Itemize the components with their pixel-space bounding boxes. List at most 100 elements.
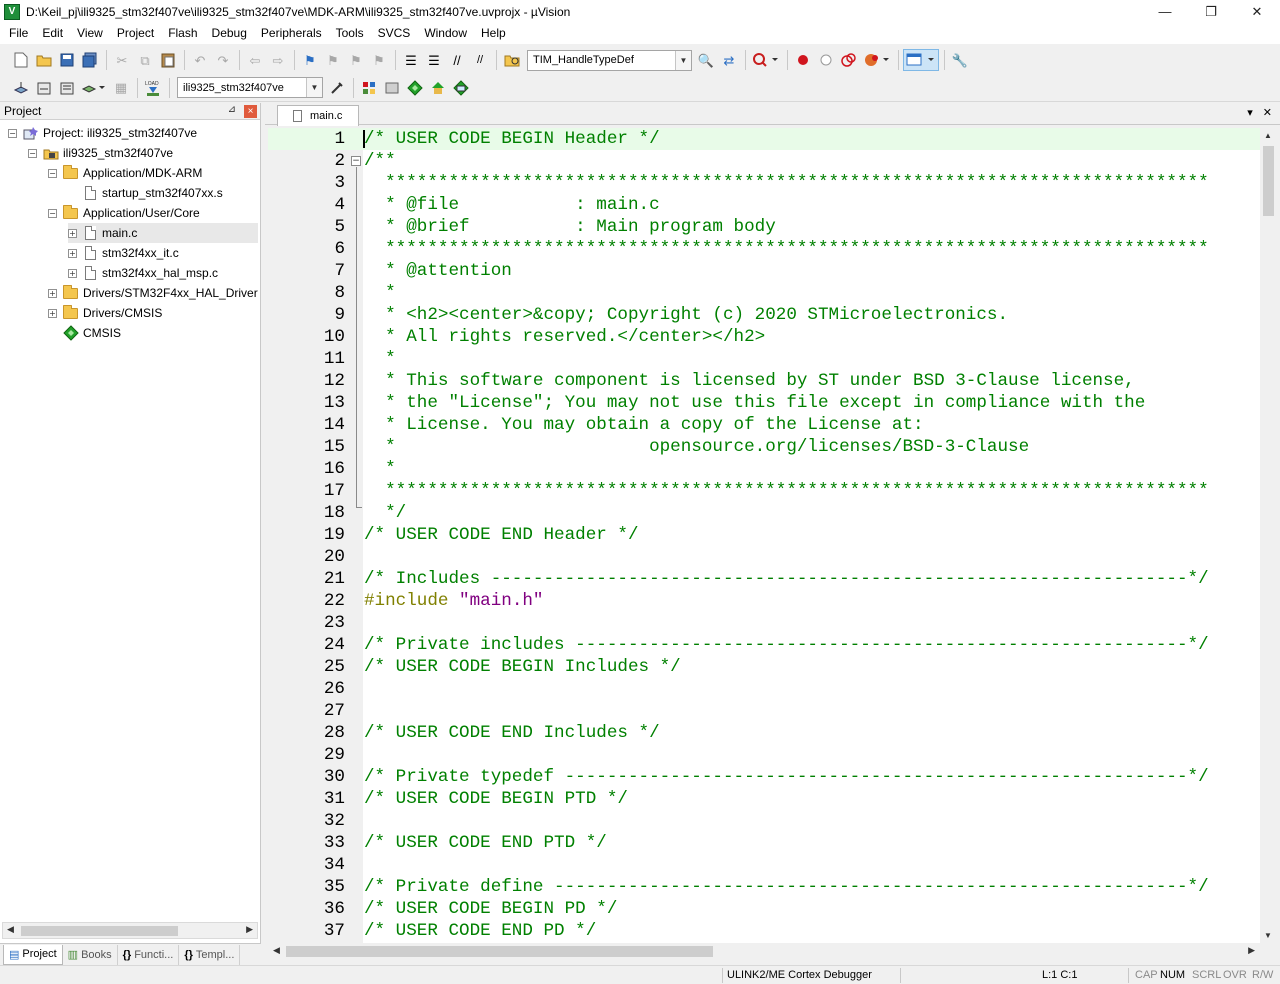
tab-project[interactable]: ▤ Project — [3, 944, 63, 965]
manage-run-time-environment-icon[interactable] — [404, 77, 426, 99]
menu-flash[interactable]: Flash — [161, 23, 204, 44]
code-editor[interactable]: 1/* USER CODE BEGIN Header */2−/** 3 ****… — [268, 128, 1260, 943]
menu-svcs[interactable]: SVCS — [371, 23, 418, 44]
translate-icon[interactable] — [10, 77, 32, 99]
scroll-down-icon[interactable]: ▼ — [1264, 931, 1272, 940]
tree-item-group-cmsis[interactable]: + Drivers/CMSIS — [48, 303, 162, 323]
code-line[interactable]: 20 — [268, 546, 1260, 568]
code-line[interactable]: 30 /* Private typedef -------------------… — [268, 766, 1260, 788]
configure-wrench-icon[interactable]: 🔧 — [949, 49, 971, 71]
tab-books[interactable]: ▥ Books — [63, 944, 118, 965]
tab-templates[interactable]: {} Templ... — [179, 944, 241, 965]
code-line[interactable]: 3 **************************************… — [268, 172, 1260, 194]
project-horizontal-scrollbar[interactable]: ◀ ▶ — [2, 922, 258, 939]
navigate-back-icon[interactable]: ⇦ — [244, 49, 266, 71]
menu-file[interactable]: File — [2, 23, 35, 44]
unindent-icon[interactable]: ☰ — [423, 49, 445, 71]
chevron-down-icon[interactable]: ▼ — [306, 78, 322, 97]
code-line[interactable]: 2−/** — [268, 150, 1260, 172]
scroll-left-icon[interactable]: ◀ — [7, 924, 14, 935]
scroll-right-icon[interactable]: ▶ — [246, 924, 253, 935]
pack-installer-update-icon[interactable] — [450, 77, 472, 99]
code-line[interactable]: 28 /* USER CODE END Includes */ — [268, 722, 1260, 744]
tree-item-file[interactable]: startup_stm32f407xx.s — [68, 183, 223, 203]
scroll-right-icon[interactable]: ▶ — [1248, 945, 1255, 956]
code-line[interactable]: 18 */ — [268, 502, 1260, 524]
tree-item-file[interactable]: + stm32f4xx_hal_msp.c — [68, 263, 218, 283]
code-line[interactable]: 33 /* USER CODE END PTD */ — [268, 832, 1260, 854]
code-line[interactable]: 27 — [268, 700, 1260, 722]
undo-icon[interactable]: ↶ — [189, 49, 211, 71]
cut-icon[interactable]: ✂ — [111, 49, 133, 71]
tree-item-target[interactable]: − ili9325_stm32f407ve — [28, 143, 173, 163]
code-line[interactable]: 35 /* Private define --------------------… — [268, 876, 1260, 898]
scrollbar-thumb[interactable] — [21, 926, 178, 936]
kill-all-breakpoints-icon[interactable] — [861, 49, 893, 71]
redo-icon[interactable]: ↷ — [212, 49, 234, 71]
code-line[interactable]: 19 /* USER CODE END Header */ — [268, 524, 1260, 546]
code-line[interactable]: 21 /* Includes --------------------------… — [268, 568, 1260, 590]
copy-icon[interactable]: ⧉ — [134, 49, 156, 71]
menu-peripherals[interactable]: Peripherals — [254, 23, 329, 44]
pack-installer-icon[interactable] — [427, 77, 449, 99]
menu-tools[interactable]: Tools — [329, 23, 371, 44]
find-combo[interactable]: TIM_HandleTypeDef ▼ — [527, 49, 692, 71]
insert-breakpoint-icon[interactable] — [792, 49, 814, 71]
chevron-down-icon[interactable]: ▼ — [675, 50, 691, 70]
code-line[interactable]: 32 — [268, 810, 1260, 832]
code-line[interactable]: 36 /* USER CODE BEGIN PD */ — [268, 898, 1260, 920]
bookmark-clear-icon[interactable]: ⚑ — [368, 49, 390, 71]
code-line[interactable]: 9 * <h2><center>&copy; Copyright (c) 202… — [268, 304, 1260, 326]
code-line[interactable]: 23 — [268, 612, 1260, 634]
code-line[interactable]: 31 /* USER CODE BEGIN PTD */ — [268, 788, 1260, 810]
batch-build-icon[interactable] — [79, 77, 109, 99]
code-line[interactable]: 10 * All rights reserved.</center></h2> — [268, 326, 1260, 348]
indent-icon[interactable]: ☰ — [400, 49, 422, 71]
comment-selection-icon[interactable]: // — [446, 49, 468, 71]
close-panel-icon[interactable]: × — [244, 105, 257, 118]
code-line[interactable]: 6 **************************************… — [268, 238, 1260, 260]
tab-list-dropdown-icon[interactable]: ▾ — [1247, 106, 1253, 119]
target-combo[interactable]: ili9325_stm32f407ve ▼ — [177, 77, 323, 98]
fold-collapse-icon[interactable]: − — [351, 156, 361, 166]
code-line[interactable]: 24 /* Private includes ------------------… — [268, 634, 1260, 656]
expand-icon[interactable]: + — [68, 268, 77, 278]
code-line[interactable]: 37 /* USER CODE END PD */ — [268, 920, 1260, 942]
scrollbar-thumb[interactable] — [1263, 146, 1274, 216]
navigate-forward-icon[interactable]: ⇨ — [267, 49, 289, 71]
tree-item-file[interactable]: + stm32f4xx_it.c — [68, 243, 179, 263]
code-line[interactable]: 11 * — [268, 348, 1260, 370]
code-line[interactable]: 17 *************************************… — [268, 480, 1260, 502]
code-line[interactable]: 22 #include "main.h" — [268, 590, 1260, 612]
code-line[interactable]: 15 * opensource.org/licenses/BSD-3-Claus… — [268, 436, 1260, 458]
minimize-button[interactable]: — — [1142, 0, 1188, 23]
collapse-icon[interactable]: − — [8, 128, 17, 138]
pin-icon[interactable]: ⊿ — [228, 104, 236, 115]
bookmark-previous-icon[interactable]: ⚑ — [322, 49, 344, 71]
collapse-icon[interactable]: − — [28, 148, 37, 158]
code-line[interactable]: 7 * @attention — [268, 260, 1260, 282]
open-folder-icon[interactable] — [33, 49, 55, 71]
code-line[interactable]: 14 * License. You may obtain a copy of t… — [268, 414, 1260, 436]
scroll-left-icon[interactable]: ◀ — [273, 945, 280, 956]
expand-icon[interactable]: + — [68, 248, 77, 258]
collapse-icon[interactable]: − — [48, 168, 57, 178]
window-layout-icon[interactable] — [903, 49, 939, 71]
close-editor-icon[interactable]: ✕ — [1263, 106, 1272, 119]
scrollbar-thumb[interactable] — [286, 946, 713, 957]
code-line[interactable]: 12 * This software component is licensed… — [268, 370, 1260, 392]
enable-breakpoint-icon[interactable] — [815, 49, 837, 71]
code-line[interactable]: 5 * @brief : Main program body — [268, 216, 1260, 238]
new-file-icon[interactable] — [10, 49, 32, 71]
scroll-up-icon[interactable]: ▲ — [1264, 131, 1272, 140]
download-load-icon[interactable]: LOAD — [142, 77, 164, 99]
code-line[interactable]: 26 — [268, 678, 1260, 700]
maximize-button[interactable]: ❐ — [1188, 0, 1234, 23]
incremental-find-icon[interactable]: ⇄ — [718, 49, 740, 71]
tab-functions[interactable]: {} Functi... — [118, 944, 180, 965]
tree-item-cmsis-component[interactable]: CMSIS — [48, 323, 121, 343]
paste-icon[interactable] — [157, 49, 179, 71]
build-icon[interactable] — [33, 77, 55, 99]
editor-vertical-scrollbar[interactable]: ▲ ▼ — [1260, 128, 1277, 943]
debug-session-icon[interactable] — [750, 49, 782, 71]
